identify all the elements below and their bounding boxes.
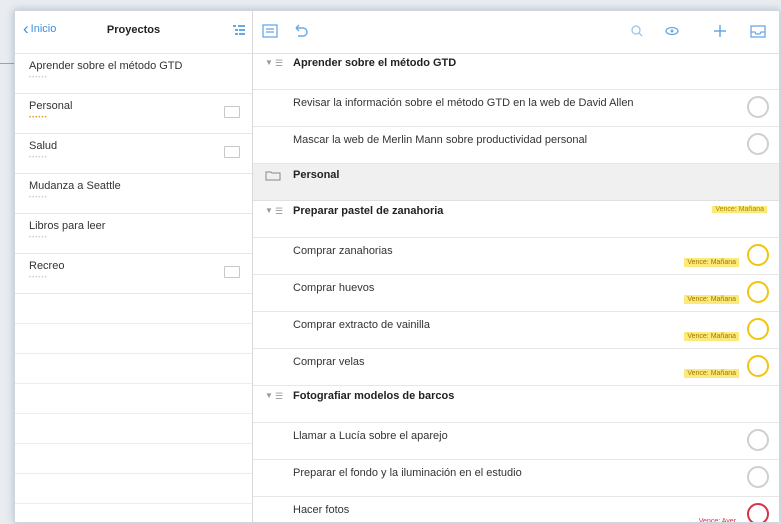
project-due-tag: Vence: Mañana (712, 206, 767, 213)
task-checkbox[interactable] (747, 318, 769, 340)
search-icon[interactable] (628, 22, 646, 40)
task-checkbox[interactable] (747, 244, 769, 266)
task-row[interactable]: Comprar zanahorias Vence: Mañana (253, 238, 779, 275)
empty-row (15, 294, 252, 324)
task-row[interactable]: Llamar a Lucía sobre el aparejo (253, 423, 779, 460)
task-checkbox[interactable] (747, 355, 769, 377)
project-item[interactable]: Mudanza a Seattle •••••• (15, 174, 252, 214)
task-row[interactable]: Comprar huevos Vence: Mañana (253, 275, 779, 312)
project-progress-dots: •••••• (29, 75, 48, 81)
main-pane: ▼ ☰ Aprender sobre el método GTD Revisar la… (253, 11, 779, 522)
toolbar (253, 11, 779, 54)
add-icon[interactable] (711, 22, 729, 40)
project-item[interactable]: Libros para leer •••••• (15, 214, 252, 254)
project-header[interactable]: ▼ ☰ Fotografiar modelos de barcos (253, 386, 779, 423)
project-progress-dots: •••••• (29, 275, 48, 281)
project-name: Personal (29, 100, 73, 112)
empty-row (15, 444, 252, 474)
task-name: Llamar a Lucía sobre el aparejo (293, 430, 448, 442)
project-title: Preparar pastel de zanahoria (293, 205, 444, 217)
task-name: Mascar la web de Merlin Mann sobre produ… (293, 134, 588, 146)
background-line (0, 63, 14, 64)
due-badge: Vence: Mañana (684, 295, 739, 304)
project-name: Aprender sobre el método GTD (29, 60, 183, 72)
empty-row (15, 414, 252, 444)
project-title: Aprender sobre el método GTD (293, 57, 457, 69)
due-badge: Vence: Mañana (684, 332, 739, 341)
projects-sidebar: ‹ Inicio Proyectos Aprender sobre el mét… (15, 11, 253, 522)
task-list: ▼ ☰ Aprender sobre el método GTD Revisar la… (253, 53, 779, 522)
empty-row (15, 324, 252, 354)
task-name: Comprar huevos (293, 282, 375, 294)
task-checkbox[interactable] (747, 133, 769, 155)
project-lines-icon: ☰ (275, 391, 284, 401)
task-checkbox[interactable] (747, 429, 769, 451)
task-row[interactable]: Comprar velas Vence: Mañana (253, 349, 779, 386)
task-row[interactable]: Mascar la web de Merlin Mann sobre produ… (253, 127, 779, 164)
folder-icon (224, 146, 240, 158)
project-name: Libros para leer (29, 220, 106, 232)
task-row[interactable]: Hacer fotos Vence: Ayer (253, 497, 779, 522)
outline-icon[interactable] (232, 23, 246, 37)
project-progress-dots: •••••• (29, 235, 48, 241)
project-item[interactable]: Personal •••••• (15, 94, 252, 134)
empty-row (15, 354, 252, 384)
project-progress-dots: •••••• (29, 155, 48, 161)
project-lines-icon: ☰ (275, 58, 284, 68)
project-item[interactable]: Aprender sobre el método GTD •••••• (15, 54, 252, 94)
project-name: Recreo (29, 260, 65, 272)
due-badge: Vence: Ayer (698, 518, 736, 522)
task-row[interactable]: Preparar el fondo y la iluminación en el… (253, 460, 779, 497)
task-row[interactable]: Revisar la información sobre el método G… (253, 90, 779, 127)
disclosure-triangle-icon[interactable]: ▼ (265, 391, 273, 400)
task-name: Comprar extracto de vainilla (293, 319, 430, 331)
task-name: Comprar velas (293, 356, 365, 368)
project-progress-dots: •••••• (29, 115, 48, 121)
task-name: Preparar el fondo y la iluminación en el… (293, 467, 522, 479)
project-header[interactable]: ▼ ☰ Aprender sobre el método GTD (253, 53, 779, 90)
project-item[interactable]: Recreo •••••• (15, 254, 252, 294)
task-checkbox[interactable] (747, 96, 769, 118)
project-item[interactable]: Salud •••••• (15, 134, 252, 174)
empty-row (15, 474, 252, 504)
inbox-icon[interactable] (749, 22, 767, 40)
undo-icon[interactable] (291, 22, 309, 40)
folder-icon (224, 266, 240, 278)
project-title: Fotografiar modelos de barcos (293, 390, 455, 402)
project-progress-dots: •••••• (29, 195, 48, 201)
project-name: Salud (29, 140, 58, 152)
folder-row[interactable]: Personal (253, 164, 779, 201)
task-row[interactable]: Comprar extracto de vainilla Vence: Mañan… (253, 312, 779, 349)
sidebar-title: Proyectos (106, 24, 161, 36)
app-window: ‹ Inicio Proyectos Aprender sobre el mét… (14, 10, 780, 523)
project-name: Mudanza a Seattle (29, 180, 121, 192)
empty-row (15, 384, 252, 414)
view-icon[interactable] (663, 22, 681, 40)
folder-open-icon (265, 171, 281, 181)
due-badge: Vence: Mañana (684, 369, 739, 378)
disclosure-triangle-icon[interactable]: ▼ (265, 58, 273, 67)
task-checkbox[interactable] (747, 503, 769, 522)
list-view-icon[interactable] (261, 22, 279, 40)
task-checkbox[interactable] (747, 281, 769, 303)
due-badge: Vence: Mañana (684, 258, 739, 267)
folder-icon (224, 106, 240, 118)
sidebar-header: ‹ Inicio Proyectos (15, 11, 252, 54)
task-checkbox[interactable] (747, 466, 769, 488)
project-lines-icon: ☰ (275, 206, 284, 216)
task-name: Hacer fotos (293, 504, 350, 516)
project-header[interactable]: ▼ ☰ Preparar pastel de zanahoria Vence: Mañ… (253, 201, 779, 238)
folder-title: Personal (293, 169, 340, 181)
task-name: Comprar zanahorias (293, 245, 393, 257)
project-list: Aprender sobre el método GTD •••••• Person… (15, 54, 252, 504)
task-name: Revisar la información sobre el método G… (293, 97, 634, 109)
disclosure-triangle-icon[interactable]: ▼ (265, 206, 273, 215)
